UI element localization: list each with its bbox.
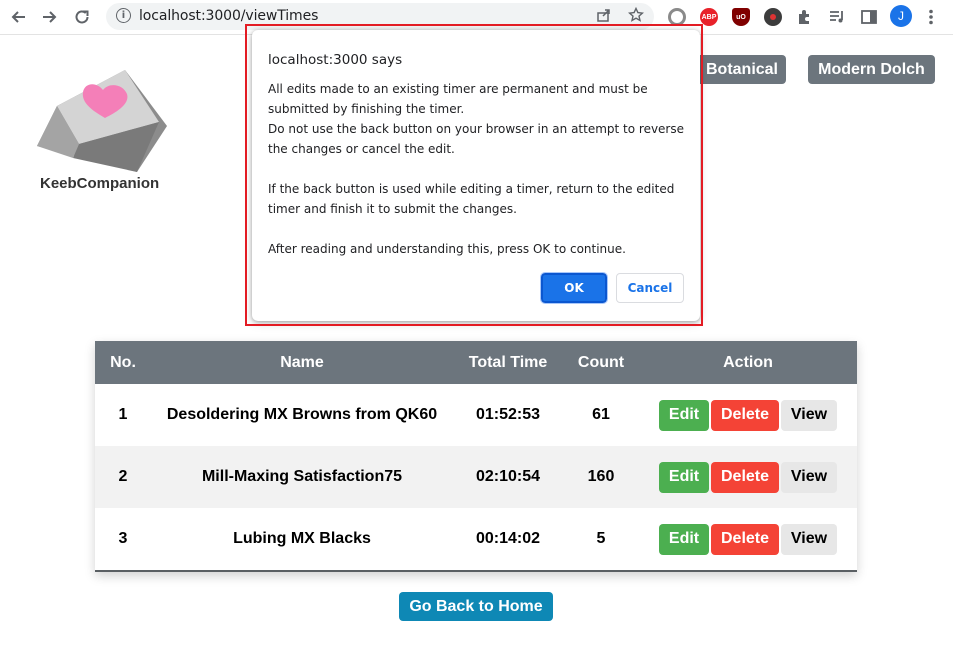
- cell-actions: Edit Delete View: [639, 384, 857, 446]
- delete-button[interactable]: Delete: [711, 523, 779, 555]
- table-row: 1 Desoldering MX Browns from QK60 01:52:…: [95, 384, 857, 446]
- cell-name: Mill-Maxing Satisfaction75: [151, 446, 453, 508]
- table-header-row: No. Name Total Time Count Action: [95, 341, 857, 384]
- ublock-origin-icon[interactable]: uO: [732, 8, 750, 26]
- table-row: 3 Lubing MX Blacks 00:14:02 5 Edit Delete…: [95, 508, 857, 570]
- edit-button[interactable]: Edit: [659, 461, 709, 493]
- extensions-puzzle-icon[interactable]: [796, 8, 814, 31]
- view-button[interactable]: View: [781, 399, 837, 431]
- reload-icon[interactable]: [70, 5, 94, 29]
- cell-total-time: 02:10:54: [453, 446, 563, 508]
- view-button[interactable]: View: [781, 461, 837, 493]
- header-no: No.: [95, 341, 151, 384]
- edit-button[interactable]: Edit: [659, 399, 709, 431]
- view-button[interactable]: View: [781, 523, 837, 555]
- cell-no: 3: [118, 530, 128, 547]
- cell-total-time: 00:14:02: [475, 530, 541, 547]
- cell-no: 1: [118, 406, 128, 423]
- menu-kebab-icon[interactable]: [928, 8, 934, 31]
- camera-extension-icon[interactable]: [764, 8, 782, 26]
- url-text: localhost:3000/viewTimes: [139, 8, 319, 24]
- cell-actions: Edit Delete View: [639, 446, 857, 508]
- dialog-highlight-outline: [245, 24, 703, 326]
- logo-wordmark: KeebCompanion: [40, 175, 160, 192]
- cell-name: Lubing MX Blacks: [233, 530, 371, 547]
- site-info-icon[interactable]: i: [116, 8, 131, 23]
- cell-count: 61: [592, 406, 610, 423]
- header-count: Count: [563, 341, 639, 384]
- theme-botanical-button[interactable]: Botanical: [698, 55, 786, 84]
- cell-count: 160: [563, 446, 639, 508]
- table-row: 2 Mill-Maxing Satisfaction75 02:10:54 16…: [95, 446, 857, 508]
- profile-avatar[interactable]: J: [890, 5, 912, 27]
- forward-arrow-icon[interactable]: [38, 5, 62, 29]
- reading-list-icon[interactable]: [828, 8, 846, 31]
- delete-button[interactable]: Delete: [711, 399, 779, 431]
- cell-total-time: 01:52:53: [475, 406, 541, 423]
- side-panel-icon[interactable]: [860, 8, 878, 31]
- header-action: Action: [639, 341, 857, 384]
- cell-count: 5: [596, 530, 606, 547]
- timers-table: No. Name Total Time Count Action 1 Desol…: [95, 341, 857, 572]
- header-total-time: Total Time: [453, 341, 563, 384]
- back-arrow-icon[interactable]: [6, 5, 30, 29]
- cell-name: Desoldering MX Browns from QK60: [166, 406, 438, 423]
- header-name: Name: [151, 341, 453, 384]
- cell-actions: Edit Delete View: [639, 508, 857, 570]
- keycap-heart-logo-icon[interactable]: [33, 68, 169, 174]
- go-back-home-button[interactable]: Go Back to Home: [399, 592, 553, 621]
- cell-no: 2: [95, 446, 151, 508]
- edit-button[interactable]: Edit: [659, 523, 709, 555]
- theme-modern-dolch-button[interactable]: Modern Dolch: [808, 55, 935, 84]
- delete-button[interactable]: Delete: [711, 461, 779, 493]
